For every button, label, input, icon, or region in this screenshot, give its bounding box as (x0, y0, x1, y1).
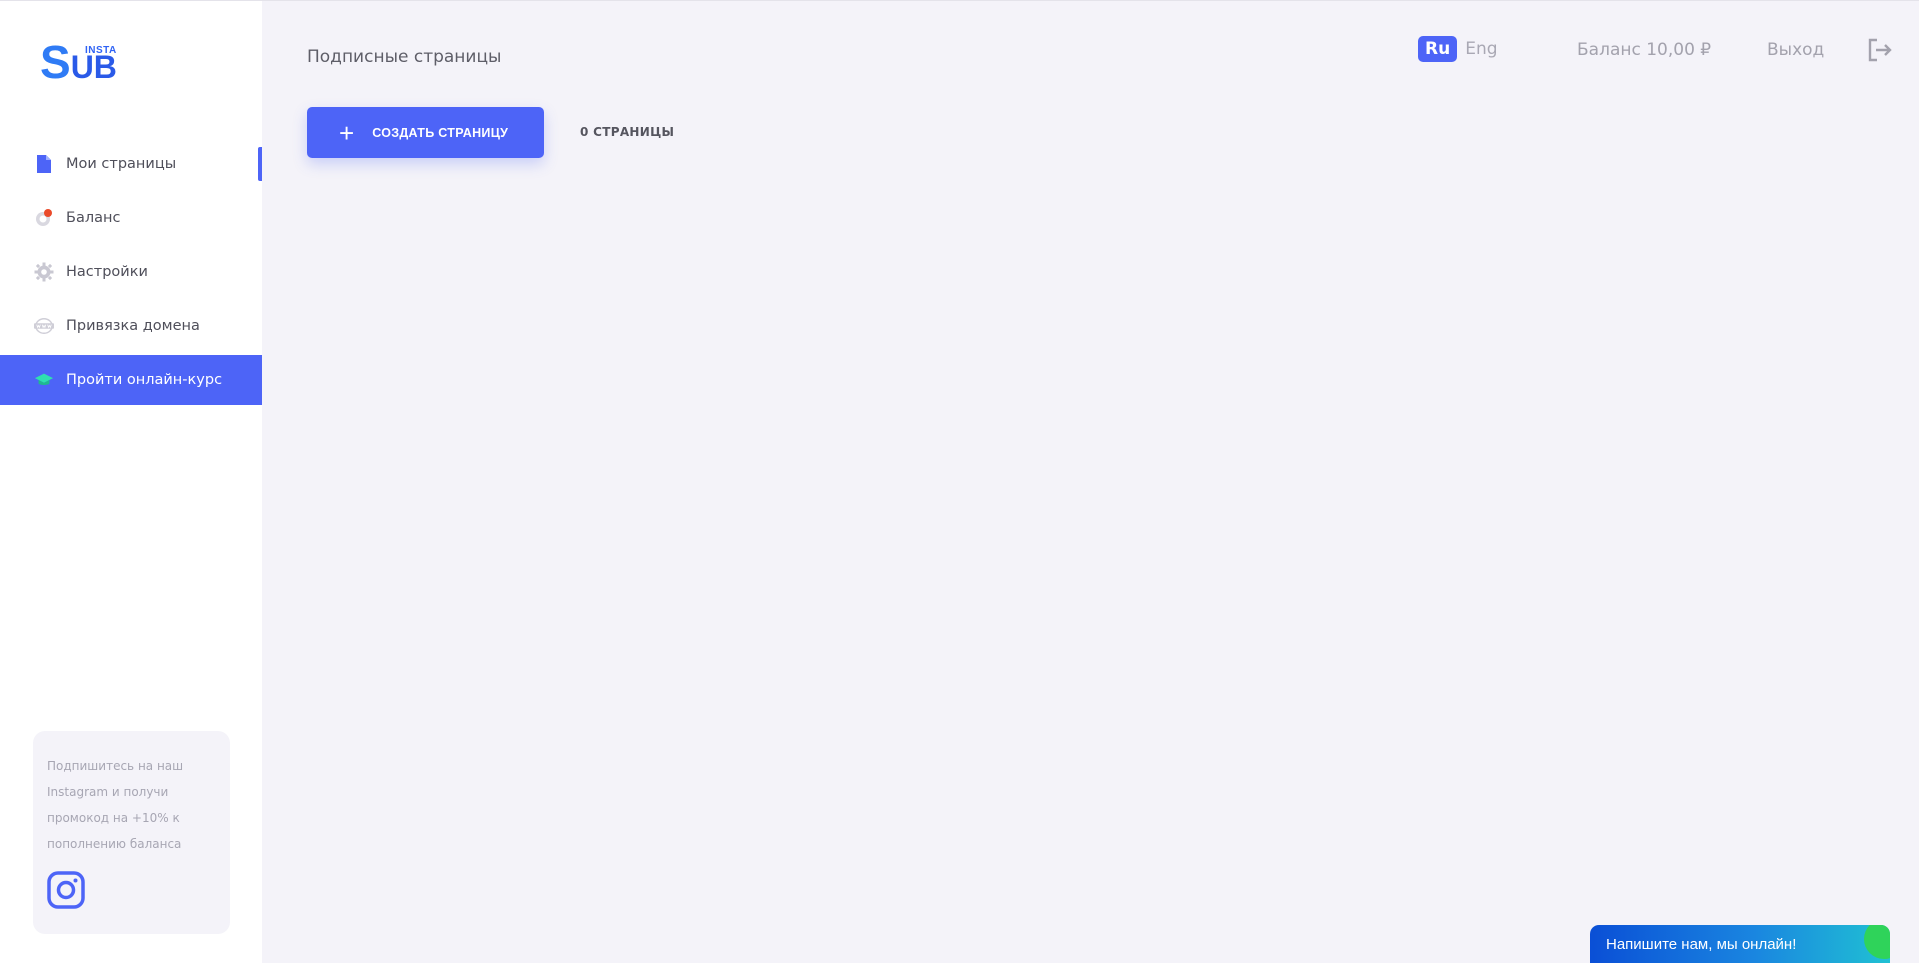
balance-display[interactable]: Баланс 10,00 ₽ (1577, 40, 1711, 60)
page-count: 0 СТРАНИЦЫ (580, 125, 675, 139)
instagram-promo-card: Подпишитесь на наш Instagram и получи пр… (33, 731, 230, 934)
language-switcher: Ru Eng (1418, 36, 1498, 62)
sidebar: SUB INSTA Мои страницы Баланс Настройки … (0, 1, 262, 963)
instagram-icon[interactable] (47, 871, 85, 909)
sidebar-item-my-pages[interactable]: Мои страницы (0, 139, 262, 189)
sidebar-item-label: Мои страницы (66, 156, 177, 172)
sidebar-item-label: Настройки (66, 264, 148, 280)
sidebar-item-label: Пройти онлайн-курс (66, 372, 223, 388)
page-title: Подписные страницы (307, 47, 502, 67)
chat-widget-label: Напишите нам, мы онлайн! (1606, 936, 1797, 953)
sidebar-item-domain[interactable]: Привязка домена (0, 301, 262, 351)
lang-en-button[interactable]: Eng (1465, 39, 1497, 59)
logout-link[interactable]: Выход (1767, 40, 1824, 60)
instasub-logo[interactable]: SUB INSTA (40, 39, 120, 89)
create-page-button[interactable]: + СОЗДАТЬ СТРАНИЦУ (307, 107, 544, 158)
graduation-cap-icon (34, 370, 54, 390)
document-icon (34, 154, 54, 174)
plus-icon: + (339, 117, 355, 148)
chat-widget[interactable]: Напишите нам, мы онлайн! (1590, 925, 1890, 963)
coin-icon (34, 208, 54, 228)
sidebar-item-settings[interactable]: Настройки (0, 247, 262, 297)
sidebar-nav: Мои страницы Баланс Настройки Привязка д… (0, 139, 262, 409)
sidebar-item-label: Баланс (66, 210, 121, 226)
sidebar-item-label: Привязка домена (66, 318, 200, 334)
sidebar-item-balance[interactable]: Баланс (0, 193, 262, 243)
create-page-label: СОЗДАТЬ СТРАНИЦУ (372, 125, 509, 140)
app-root: SUB INSTA Мои страницы Баланс Настройки … (0, 0, 1919, 963)
www-globe-icon (34, 316, 54, 336)
online-status-icon (1864, 925, 1890, 959)
logout-icon[interactable] (1865, 36, 1893, 64)
promo-text: Подпишитесь на наш Instagram и получи пр… (47, 759, 184, 851)
gear-icon (34, 262, 54, 282)
lang-ru-button[interactable]: Ru (1418, 36, 1458, 62)
sidebar-item-online-course[interactable]: Пройти онлайн-курс (0, 355, 262, 405)
logo-insta-label: INSTA (85, 45, 117, 56)
